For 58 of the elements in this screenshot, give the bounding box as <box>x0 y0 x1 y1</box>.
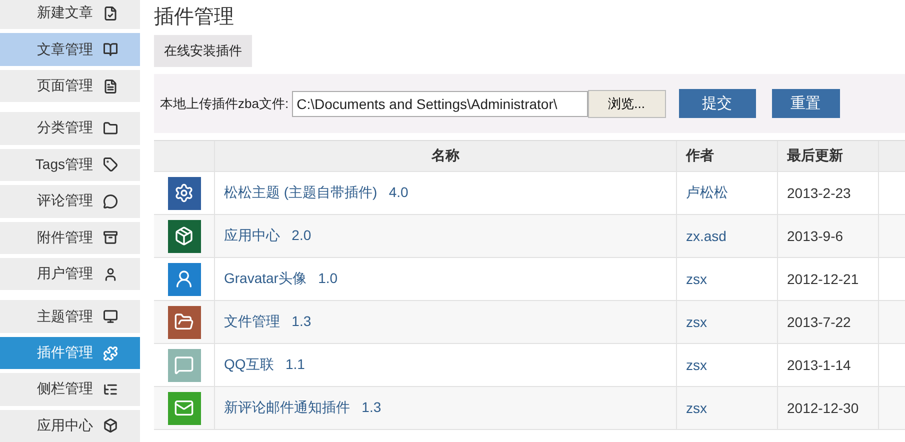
file-path-field[interactable]: C:\Documents and Settings\Administrator\ <box>292 90 588 116</box>
sidebar-item[interactable]: 页面管理 <box>0 70 140 102</box>
sidebar-item[interactable]: 应用中心 <box>0 410 140 442</box>
sidebar-item[interactable]: 主题管理 <box>0 300 140 333</box>
archive-icon <box>103 230 118 246</box>
folder-icon <box>174 312 194 332</box>
date-cell: 2012-12-21 <box>778 258 879 300</box>
speech-bubble-icon <box>103 194 118 209</box>
sidebar-item[interactable]: 用户管理 <box>0 258 140 290</box>
browse-button[interactable]: 浏览... <box>588 90 666 118</box>
upload-label: 本地上传插件zba文件: <box>160 94 289 112</box>
sidebar-item[interactable]: 分类管理 <box>0 112 140 145</box>
date-cell: 2013-7-22 <box>778 301 879 343</box>
column-header: 作者 <box>677 141 778 171</box>
author-link[interactable]: 卢松松 <box>677 172 778 214</box>
plugin-name-link[interactable]: 松松主题 (主题自带插件) 4.0 <box>224 184 408 202</box>
cube-icon <box>103 418 118 434</box>
box-icon <box>174 226 194 246</box>
date-cell: 2013-1-14 <box>778 344 879 386</box>
tag-icon <box>103 157 118 172</box>
plugin-name-link[interactable]: 新评论邮件通知插件 1.3 <box>224 399 382 417</box>
folder-icon <box>103 120 118 136</box>
reset-button[interactable]: 重置 <box>772 89 840 118</box>
date-cell: 2012-12-30 <box>778 387 879 429</box>
sidebar-item[interactable]: Tags管理 <box>0 148 140 182</box>
puzzle-icon <box>103 346 118 360</box>
gears-icon <box>174 183 194 203</box>
column-header: 名称 <box>215 141 677 171</box>
monitor-icon <box>103 309 118 324</box>
author-link[interactable]: zx.asd <box>677 215 778 257</box>
sidebar-item[interactable]: 新建文章 <box>0 0 140 30</box>
document-icon <box>103 78 118 94</box>
sidebar-item[interactable]: 评论管理 <box>0 185 140 218</box>
book-icon <box>103 42 118 58</box>
author-link[interactable]: zsx <box>677 301 778 343</box>
mail-icon <box>174 398 194 418</box>
plugin-name-link[interactable]: QQ互联 1.1 <box>224 356 305 374</box>
date-cell: 2013-9-6 <box>778 215 879 257</box>
person-icon <box>174 269 194 289</box>
tree-list-icon <box>103 382 118 397</box>
plugin-name-link[interactable]: Gravatar头像 1.0 <box>224 270 338 288</box>
tab[interactable]: 在线安装插件 <box>154 35 252 67</box>
sidebar-item[interactable]: 侧栏管理 <box>0 373 140 406</box>
sidebar-item[interactable]: 附件管理 <box>0 222 140 254</box>
column-header: 最后更新 <box>778 141 879 171</box>
file-check-icon <box>103 6 118 21</box>
author-link[interactable]: zsx <box>677 387 778 429</box>
sidebar-item[interactable]: 文章管理 <box>0 33 140 66</box>
chat-icon <box>174 355 194 375</box>
submit-button[interactable]: 提交 <box>678 89 756 118</box>
sidebar-item[interactable]: 插件管理 <box>0 336 140 370</box>
date-cell: 2013-2-23 <box>778 172 879 214</box>
plugin-name-link[interactable]: 文件管理 1.3 <box>224 313 312 331</box>
plugin-name-link[interactable]: 应用中心 2.0 <box>224 227 312 245</box>
person-icon <box>103 266 118 282</box>
author-link[interactable]: zsx <box>677 344 778 386</box>
author-link[interactable]: zsx <box>677 258 778 300</box>
page-title: 插件管理 <box>154 5 235 30</box>
